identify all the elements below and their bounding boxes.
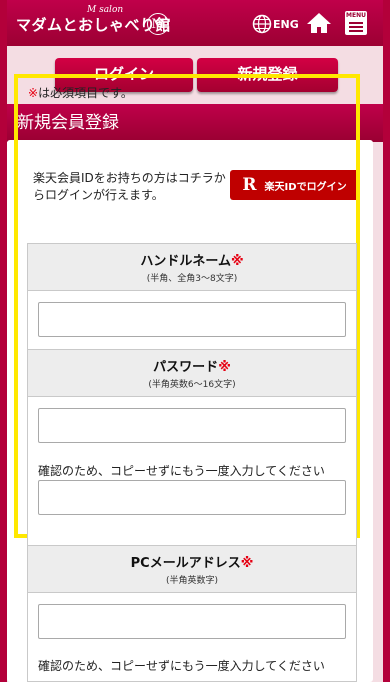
email-confirm-text: 確認のため、コピーせずにもう一度入力してください	[38, 659, 325, 673]
email-input[interactable]	[38, 604, 346, 639]
handle-name-header: ハンドルネーム※ (半角、全角3〜8文字)	[27, 243, 357, 291]
required-note: ※は必須項目です。	[28, 84, 133, 101]
email-label: PCメールアドレス	[130, 556, 241, 571]
password-label: パスワード	[153, 360, 219, 375]
menu-label: MENU	[346, 12, 366, 19]
required-mark: ※	[240, 556, 254, 571]
password-confirm-input[interactable]	[38, 480, 346, 515]
logo-subscript: M salon	[87, 5, 124, 15]
email-header: PCメールアドレス※ (半角英数字)	[27, 545, 357, 593]
required-mark: ※	[28, 86, 39, 100]
logo-emblem: M	[147, 13, 169, 35]
required-mark: ※	[230, 254, 244, 269]
menu-icon-bar	[349, 26, 363, 28]
home-icon	[307, 13, 331, 33]
password-hint: (半角英数6〜16文字)	[148, 380, 236, 390]
handle-name-label-wrap: ハンドルネーム※	[28, 250, 356, 269]
password-input[interactable]	[38, 408, 346, 443]
home-button[interactable]	[306, 12, 332, 38]
required-mark: ※	[218, 360, 231, 375]
password-label-wrap: パスワード※	[28, 356, 356, 375]
menu-button[interactable]: MENU	[345, 11, 367, 35]
password-confirm-text: 確認のため、コピーせずにもう一度入力してください	[38, 464, 325, 478]
menu-icon-bar	[349, 30, 363, 32]
handle-name-hint: (半角、全角3〜8文字)	[146, 274, 238, 284]
email-label-wrap: PCメールアドレス※	[28, 552, 356, 571]
language-label: ENG	[273, 17, 299, 31]
password-header: パスワード※ (半角英数6〜16文字)	[27, 349, 357, 397]
email-hint: (半角英数字)	[165, 576, 219, 586]
language-switch[interactable]: ENG	[252, 14, 299, 34]
globe-icon	[252, 14, 272, 34]
handle-name-input[interactable]	[38, 302, 346, 337]
menu-icon	[349, 22, 363, 24]
required-note-text: は必須項目です。	[38, 86, 133, 100]
top-header: マダムとおしゃべり館 M salon M ENG MENU	[7, 0, 383, 46]
handle-name-label: ハンドルネーム	[140, 254, 231, 269]
